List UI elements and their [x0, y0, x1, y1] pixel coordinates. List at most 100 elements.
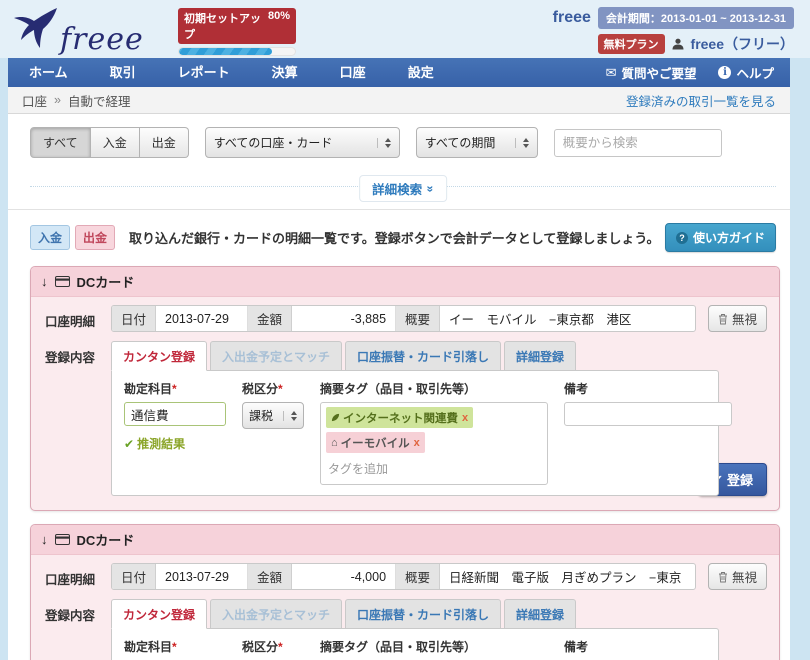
card-header[interactable]: ↓ DCカード	[31, 525, 779, 555]
tab-match-schedule[interactable]: 入出金予定とマッチ	[210, 599, 342, 629]
card-account-name: DCカード	[77, 530, 135, 549]
envelope-icon: ✉	[606, 65, 617, 81]
tags-label: 摘要タグ（品目・取引先等）	[320, 380, 548, 397]
account-select[interactable]: すべての口座・カード	[205, 127, 400, 158]
date-label: 日付	[112, 306, 156, 331]
nav-item-transactions[interactable]: 取引	[89, 58, 157, 87]
setup-percent: 80%	[268, 10, 290, 42]
tax-select[interactable]: 課税	[242, 402, 304, 429]
tags-label: 摘要タグ（品目・取引先等）	[320, 638, 548, 655]
partner-tag[interactable]: ⌂ イーモバイル x	[326, 432, 425, 453]
account-item-input[interactable]	[124, 402, 226, 426]
tab-easy-register[interactable]: カンタン登録	[111, 599, 207, 629]
period-select[interactable]: すべての期間	[416, 127, 538, 158]
account-item-label: 勘定科目*	[124, 638, 226, 655]
register-row: 登録内容 カンタン登録 入出金予定とマッチ 口座振替・カード引落し 詳細登録 勘…	[45, 341, 767, 496]
advanced-search-toggle[interactable]: 詳細検索 »	[359, 175, 447, 202]
detail-section-label: 口座明細	[45, 563, 111, 588]
tab-easy-register[interactable]: カンタン登録	[111, 341, 207, 371]
tab-transfer[interactable]: 口座振替・カード引落し	[345, 341, 501, 371]
accounting-period-badge[interactable]: 会計期間：2013-01-01 ~ 2013-12-31	[598, 7, 794, 29]
nav-item-settings[interactable]: 設定	[387, 58, 455, 87]
tab-detail-register[interactable]: 詳細登録	[504, 341, 576, 371]
filter-deposit-button[interactable]: 入金	[91, 127, 140, 158]
freee-logo[interactable]: freee	[12, 4, 144, 57]
tab-transfer[interactable]: 口座振替・カード引落し	[345, 599, 501, 629]
initial-setup-widget[interactable]: 初期セットアップ 80%	[178, 8, 296, 56]
detail-strip: 日付 2013-07-29 金額 -4,000 概要 日経新聞 電子版 月ぎめプ…	[111, 563, 696, 590]
chevron-down-icon: »	[424, 185, 438, 192]
plan-badge[interactable]: 無料プラン	[598, 34, 665, 54]
breadcrumb-current: 自動で経理	[68, 91, 131, 110]
tab-match-schedule[interactable]: 入出金予定とマッチ	[210, 341, 342, 371]
required-mark: *	[172, 382, 177, 396]
company-name[interactable]: freee	[553, 9, 591, 27]
summary-search-input[interactable]	[554, 129, 722, 157]
item-tag[interactable]: インターネット関連費 x	[326, 407, 473, 428]
main-nav: ホーム 取引 レポート 決算 口座 設定 ✉ 質問やご要望 i ヘルプ	[8, 58, 790, 87]
required-mark: *	[172, 640, 177, 654]
top-header: freee 初期セットアップ 80% freee 会計期間：2013-01-01…	[0, 0, 810, 58]
tag-add-input[interactable]: タグを追加	[326, 453, 542, 480]
summary-value: イー モバイル −東京都 港区	[440, 306, 695, 331]
intro-message: 取り込んだ銀行・カードの明細一覧です。登録ボタンで会計データとして登録しましょう…	[129, 228, 660, 247]
required-mark: *	[278, 640, 283, 654]
breadcrumb-accounts[interactable]: 口座	[22, 91, 47, 110]
credit-card-icon	[55, 534, 70, 545]
trash-icon	[718, 571, 728, 583]
registered-transactions-link[interactable]: 登録済みの取引一覧を見る	[626, 91, 776, 110]
remove-tag-icon[interactable]: x	[462, 412, 468, 424]
user-name[interactable]: freee（フリー）	[691, 34, 794, 54]
date-value: 2013-07-29	[156, 306, 248, 331]
question-icon: ?	[676, 232, 688, 244]
filter-withdraw-button[interactable]: 出金	[140, 127, 189, 158]
swallow-logo-icon	[12, 4, 64, 57]
memo-input[interactable]	[564, 402, 732, 426]
detail-strip: 日付 2013-07-29 金額 -3,885 概要 イー モバイル −東京都 …	[111, 305, 696, 332]
detail-row: 口座明細 日付 2013-07-29 金額 -3,885 概要 イー モバイル …	[45, 305, 767, 332]
nav-item-accounts[interactable]: 口座	[319, 58, 387, 87]
nav-item-home[interactable]: ホーム	[8, 58, 89, 87]
feedback-link[interactable]: ✉ 質問やご要望	[606, 63, 697, 82]
help-link[interactable]: i ヘルプ	[718, 63, 774, 82]
setup-progress-bar	[178, 47, 296, 56]
house-icon: ⌂	[331, 437, 338, 449]
remove-tag-icon[interactable]: x	[414, 437, 420, 449]
easy-register-panel: 勘定科目* ✔ 推測結果 税区分* 課税	[111, 370, 719, 496]
setup-badge: 初期セットアップ 80%	[178, 8, 296, 44]
account-info-area: freee 会計期間：2013-01-01 ~ 2013-12-31 無料プラン…	[553, 7, 794, 59]
nav-item-reports[interactable]: レポート	[157, 58, 251, 87]
amount-label: 金額	[248, 306, 292, 331]
withdraw-badge: 出金	[75, 225, 115, 250]
detail-row: 口座明細 日付 2013-07-29 金額 -4,000 概要 日経新聞 電子版…	[45, 563, 767, 590]
amount-value: -4,000	[292, 564, 396, 589]
setup-progress-fill	[179, 48, 272, 55]
tab-detail-register[interactable]: 詳細登録	[504, 599, 576, 629]
breadcrumb: 口座 » 自動で経理 登録済みの取引一覧を見る	[8, 87, 790, 114]
register-tabs: カンタン登録 入出金予定とマッチ 口座振替・カード引落し 詳細登録	[111, 599, 719, 629]
easy-register-panel: 勘定科目* ✔ 推測結果 税区分* 課税	[111, 628, 719, 660]
account-item-label: 勘定科目*	[124, 380, 226, 397]
setup-label: 初期セットアップ	[184, 10, 268, 42]
logo-wordmark: freee	[60, 22, 144, 57]
tax-label: 税区分*	[242, 380, 304, 397]
card-header[interactable]: ↓ DCカード	[31, 267, 779, 297]
page: freee 初期セットアップ 80% freee 会計期間：2013-01-01…	[0, 0, 810, 660]
select-arrows-icon	[283, 411, 297, 421]
main-content: ホーム 取引 レポート 決算 口座 設定 ✉ 質問やご要望 i ヘルプ 口座 »…	[8, 58, 790, 660]
tag-box[interactable]: インターネット関連費 x ⌂ イーモバイル x	[320, 402, 548, 485]
ignore-button[interactable]: 無視	[708, 305, 767, 332]
detail-section-label: 口座明細	[45, 305, 111, 330]
nav-item-closing[interactable]: 決算	[251, 58, 319, 87]
summary-value: 日経新聞 電子版 月ぎめプラン −東京	[440, 564, 695, 589]
credit-card-icon	[55, 276, 70, 287]
ignore-button[interactable]: 無視	[708, 563, 767, 590]
download-arrow-icon: ↓	[41, 532, 48, 547]
filter-all-button[interactable]: すべて	[30, 127, 91, 158]
select-arrows-icon	[377, 138, 391, 148]
info-icon: i	[718, 66, 731, 79]
required-mark: *	[278, 382, 283, 396]
usage-guide-button[interactable]: ? 使い方ガイド	[665, 223, 776, 252]
register-section-label: 登録内容	[45, 341, 111, 366]
select-arrows-icon	[515, 138, 529, 148]
